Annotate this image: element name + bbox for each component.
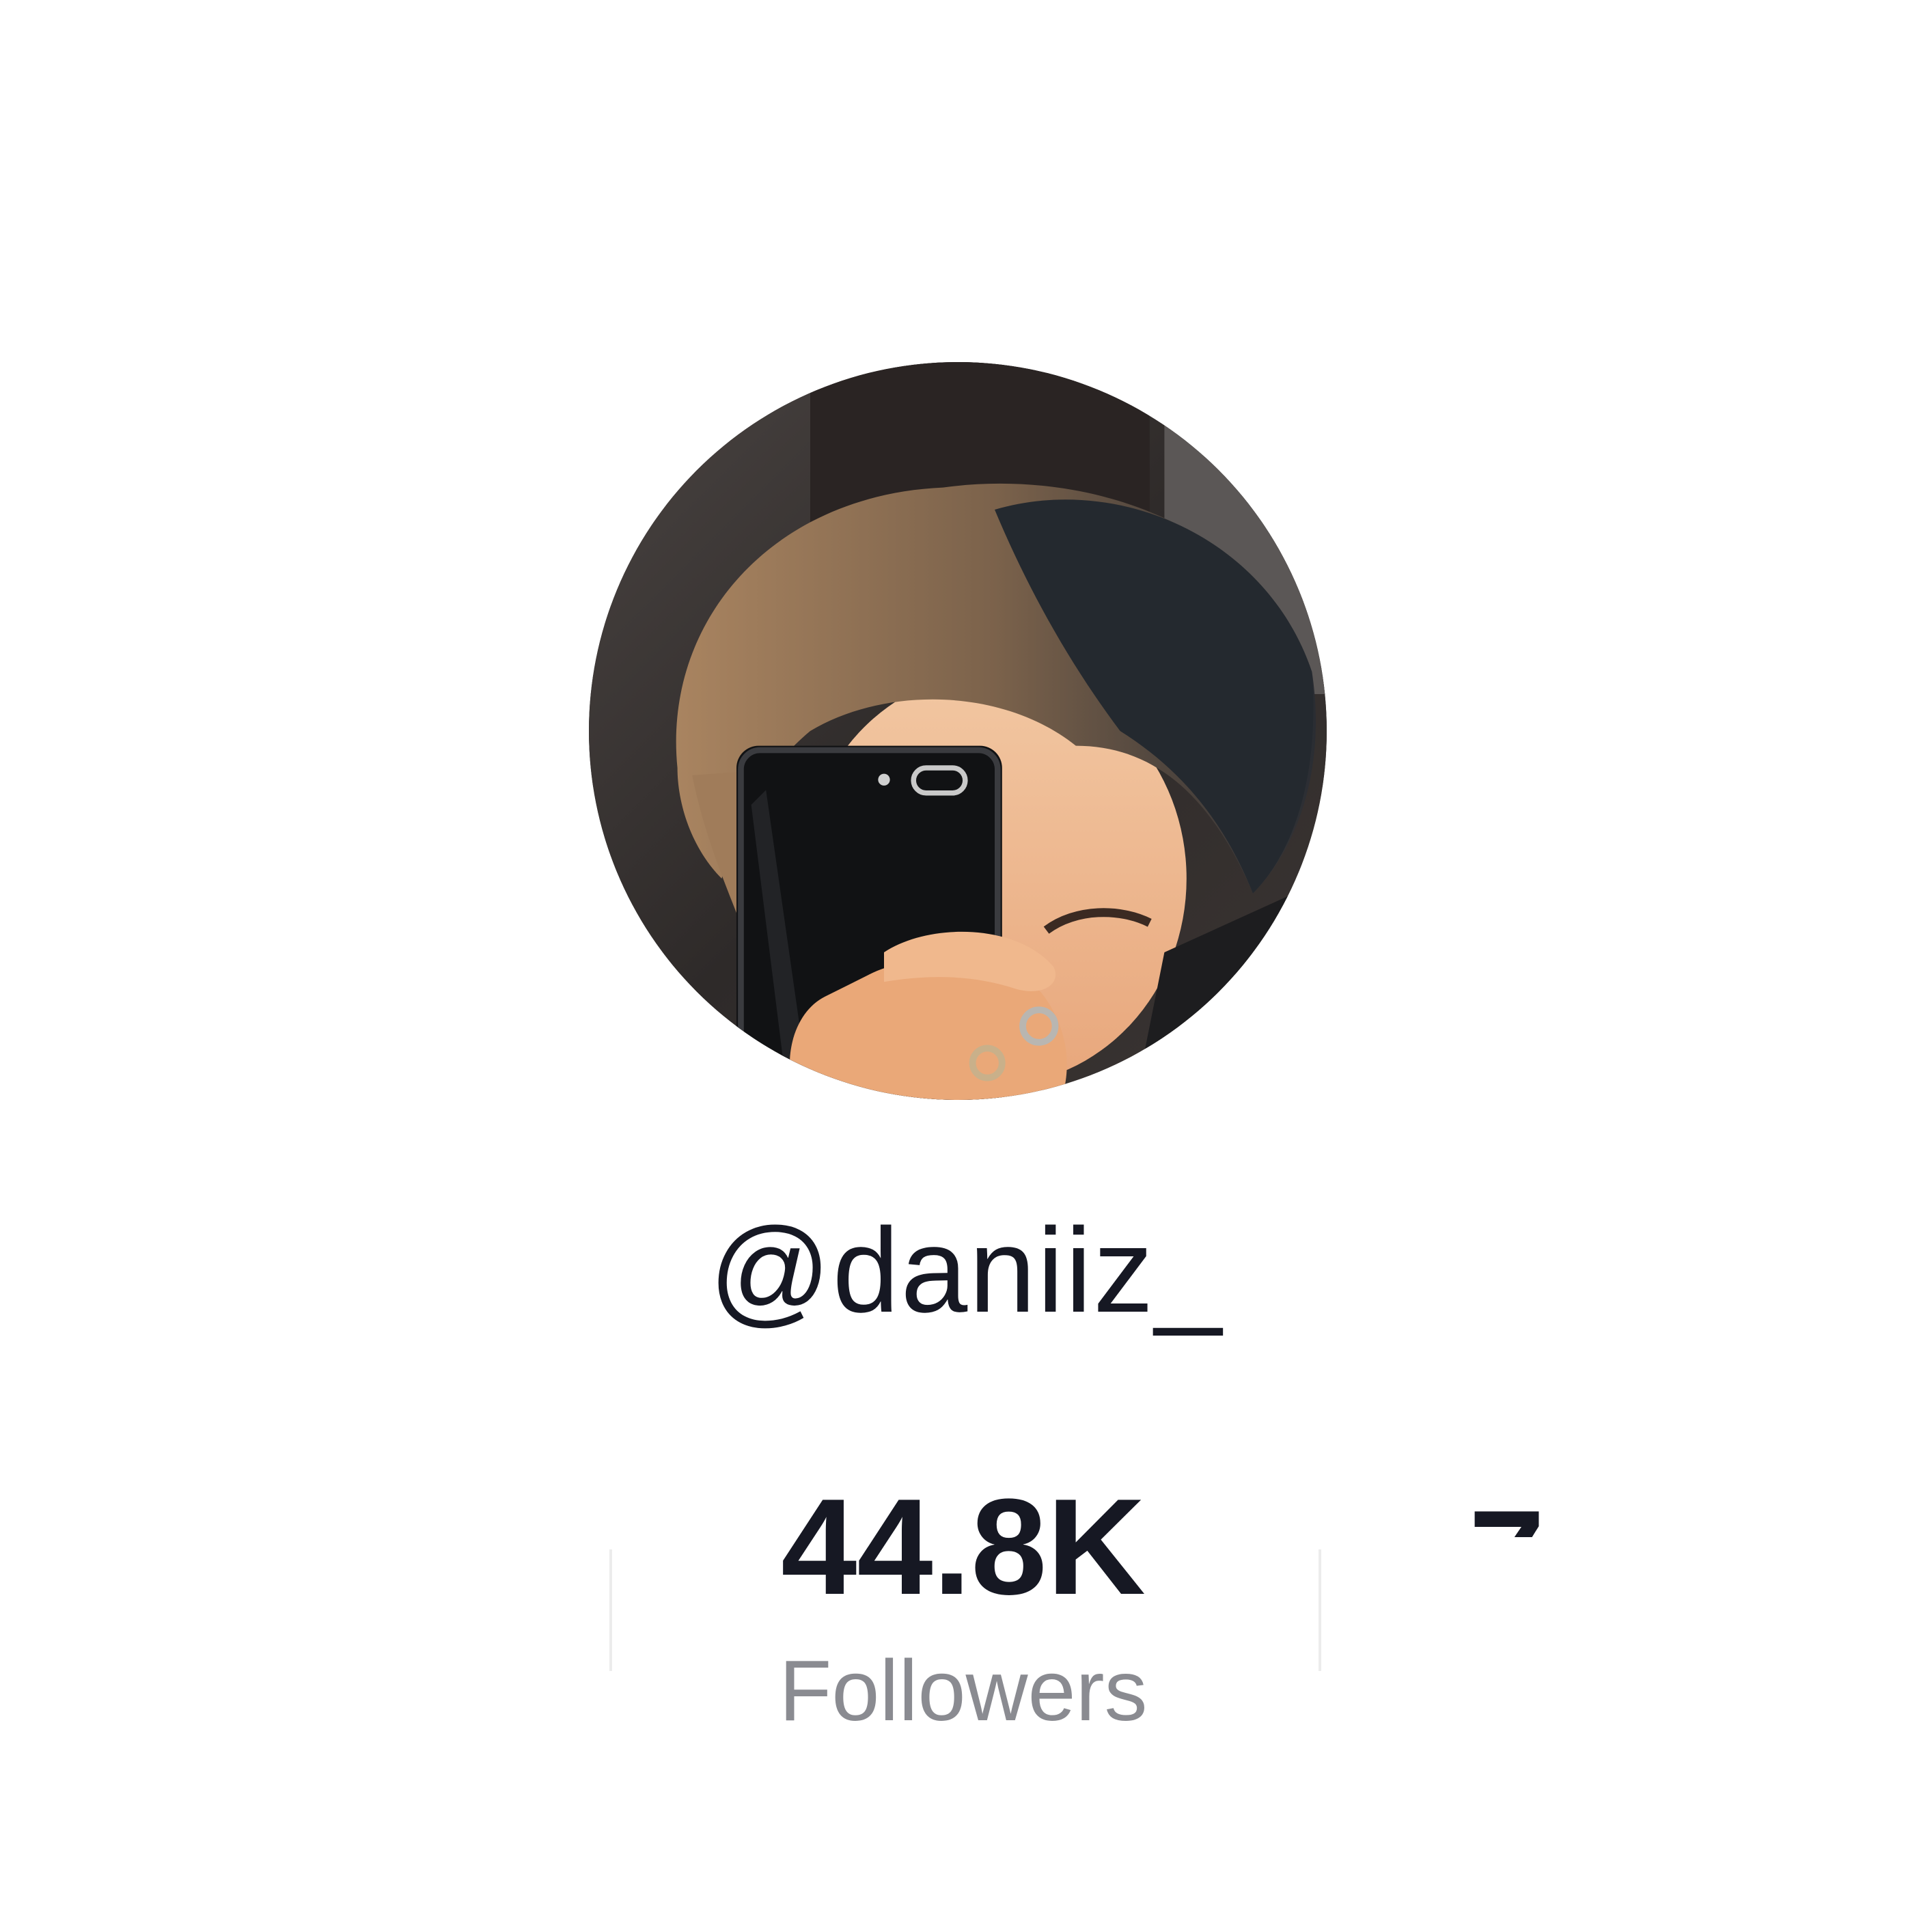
next-stat-count: 7 (1469, 1484, 1551, 1538)
profile-header: @daniiz_ 44.8K Followers 7 (0, 0, 1932, 1932)
next-stat-partial[interactable]: 7 (1469, 1435, 1551, 1538)
followers-count: 44.8K (781, 1471, 1146, 1623)
stats-divider-left (609, 1549, 612, 1671)
stats-divider-right (1319, 1549, 1321, 1671)
profile-stats: 44.8K Followers 7 (0, 0, 1932, 1932)
followers-label: Followers (779, 1642, 1148, 1739)
